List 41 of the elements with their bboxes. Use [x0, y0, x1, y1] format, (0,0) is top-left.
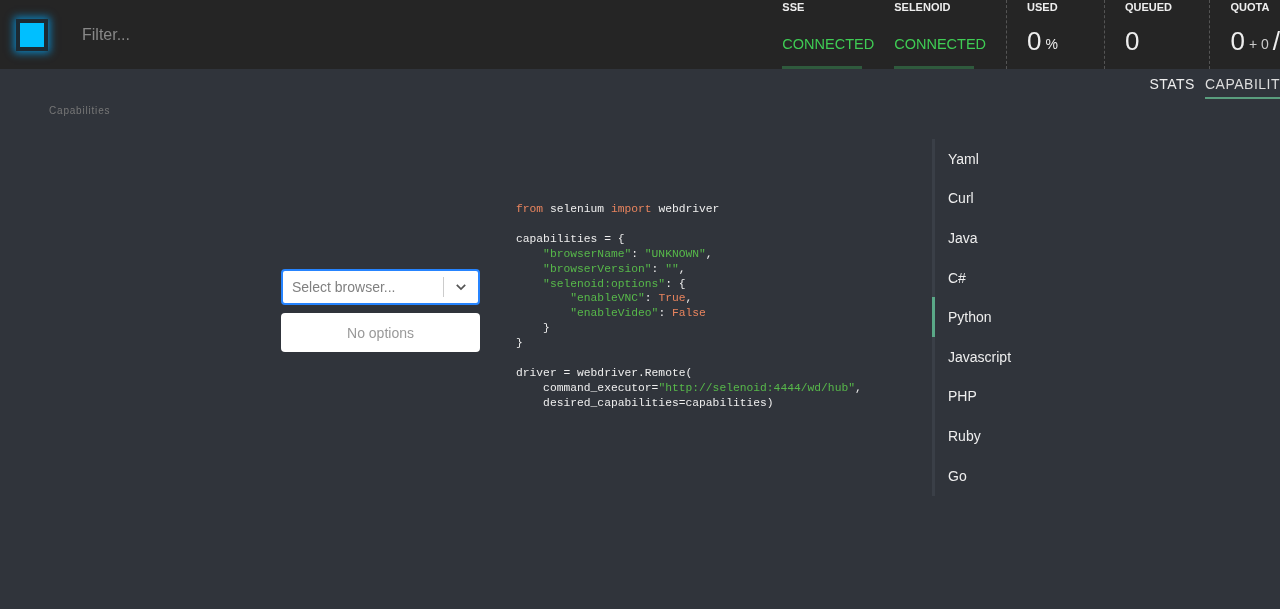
breadcrumb: Capabilities [49, 105, 112, 116]
code-line: } [516, 336, 523, 352]
code-line: "browserName": "UNKNOWN", [542, 246, 713, 262]
code-line: "browserVersion": "", [542, 261, 686, 277]
stat-separator: / [1272, 25, 1280, 57]
code-line: } [542, 321, 550, 337]
language-tab[interactable]: Go [932, 455, 1012, 496]
filter-input[interactable]: Filter... [80, 24, 680, 45]
language-tab[interactable]: Python [932, 297, 1012, 337]
status-label: SSE [782, 1, 806, 13]
browser-select[interactable]: Select browser... [281, 269, 480, 305]
code-line: desired_capabilities=capabilities) [542, 395, 774, 411]
language-tab[interactable]: Javascript [932, 336, 1012, 377]
code-line: driver = webdriver.Remote( [516, 365, 693, 381]
stat-value: 0 [1124, 25, 1140, 57]
code-line: "enableVNC": True, [569, 291, 693, 307]
status-value: CONNECTED [782, 35, 875, 52]
code-line: "selenoid:options": { [542, 276, 686, 292]
language-tab[interactable]: PHP [932, 376, 1012, 417]
stat-label: USED [1027, 1, 1059, 13]
stat-value: 0 [1230, 25, 1245, 57]
code-line: "enableVideo": False [569, 306, 706, 322]
no-options-text: No options [347, 324, 414, 341]
language-tab[interactable]: Yaml [932, 139, 1012, 179]
status-label: SELENOID [894, 1, 952, 13]
code-line: capabilities = { [516, 231, 625, 247]
stat-value: 0 [1027, 25, 1042, 57]
status-value: CONNECTED [894, 35, 987, 52]
language-tab[interactable]: Ruby [932, 416, 1012, 456]
language-tab[interactable]: C# [932, 257, 1012, 298]
nav-tab[interactable]: STATS [1149, 75, 1195, 99]
nav-tab[interactable]: CAPABILIT [1204, 75, 1280, 99]
language-tab[interactable]: Curl [932, 178, 1012, 219]
code-line: from selenium import webdriver [516, 202, 720, 217]
stat-label: QUEUED [1124, 1, 1174, 13]
stat-extra: + 0 [1248, 36, 1269, 52]
stat-label: QUOTA [1230, 1, 1271, 13]
code-line: command_executor="http://selenoid:4444/wd/hub", [542, 380, 862, 396]
stat-unit: % [1045, 36, 1058, 52]
logo-icon [16, 18, 48, 51]
language-tab[interactable]: Java [932, 218, 1012, 258]
